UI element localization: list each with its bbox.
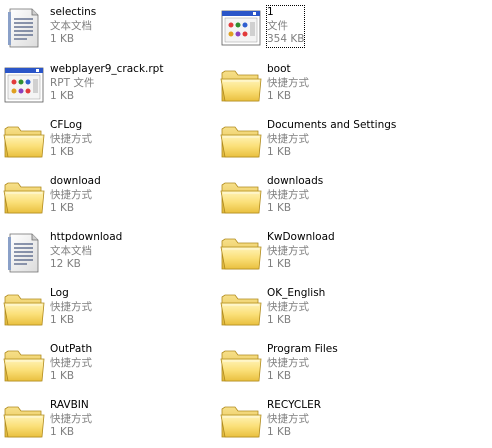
file-name: httpdownload [50, 231, 123, 243]
file-tile-ok-english[interactable]: OK_English 快捷方式 1 KB [219, 283, 459, 335]
folder-shortcut-icon [219, 63, 263, 107]
file-name: downloads [267, 175, 324, 187]
file-size: 1 KB [267, 146, 292, 158]
file-type: 快捷方式 [267, 132, 309, 145]
file-type: 快捷方式 [50, 300, 92, 313]
file-name: CFLog [50, 119, 83, 131]
file-size: 1 KB [50, 33, 75, 45]
file-name: Documents and Settings [267, 119, 397, 131]
file-size: 1 KB [267, 202, 292, 214]
file-name: 1 [267, 6, 274, 18]
file-name: webplayer9_crack.rpt [50, 63, 164, 75]
file-name: boot [267, 63, 291, 75]
file-tile-recycler[interactable]: RECYCLER 快捷方式 1 KB [219, 395, 459, 447]
folder-shortcut-icon [2, 119, 46, 163]
file-type: 文本文档 [50, 19, 92, 32]
text-document-icon [2, 6, 46, 50]
folder-shortcut-icon [2, 287, 46, 331]
folder-shortcut-icon [2, 343, 46, 387]
file-tile-kwdownload[interactable]: KwDownload 快捷方式 1 KB [219, 227, 459, 279]
generic-file-icon [2, 63, 46, 107]
file-tile-program-files[interactable]: Program Files 快捷方式 1 KB [219, 339, 459, 391]
file-tile-1[interactable]: 1 文件 354 KB [219, 2, 459, 54]
file-tile-cflog[interactable]: CFLog 快捷方式 1 KB [2, 115, 242, 167]
file-name: download [50, 175, 101, 187]
file-tile-webplayer9-crack-rpt[interactable]: webplayer9_crack.rpt RPT 文件 1 KB [2, 59, 242, 111]
file-type: 快捷方式 [267, 188, 309, 201]
file-name: OK_English [267, 287, 326, 299]
file-tile-log[interactable]: Log 快捷方式 1 KB [2, 283, 242, 335]
file-name: KwDownload [267, 231, 335, 243]
file-size: 12 KB [50, 258, 81, 270]
file-type: 快捷方式 [50, 188, 92, 201]
file-size: 1 KB [267, 90, 292, 102]
file-list-view: selectins 文本文档 1 KB 1 文件 354 KB webplaye… [0, 0, 492, 448]
file-name: selectins [50, 6, 97, 18]
generic-file-icon [219, 6, 263, 50]
file-name: OutPath [50, 343, 93, 355]
folder-shortcut-icon [2, 175, 46, 219]
file-type: 快捷方式 [50, 132, 92, 145]
file-type: 快捷方式 [267, 244, 309, 257]
file-type: 快捷方式 [267, 356, 309, 369]
file-size: 1 KB [50, 426, 75, 438]
file-tile-documents-and-settings[interactable]: Documents and Settings 快捷方式 1 KB [219, 115, 459, 167]
file-type: 快捷方式 [50, 412, 92, 425]
file-type: 快捷方式 [267, 76, 309, 89]
folder-shortcut-icon [2, 399, 46, 443]
text-document-icon [2, 231, 46, 275]
file-type: 快捷方式 [267, 412, 309, 425]
file-tile-download[interactable]: download 快捷方式 1 KB [2, 171, 242, 223]
folder-shortcut-icon [219, 343, 263, 387]
file-size: 1 KB [267, 258, 292, 270]
file-type: 文件 [267, 19, 288, 32]
folder-shortcut-icon [219, 287, 263, 331]
file-name: Log [50, 287, 69, 299]
file-size: 1 KB [50, 202, 75, 214]
file-size: 1 KB [50, 370, 75, 382]
file-tile-httpdownload[interactable]: httpdownload 文本文档 12 KB [2, 227, 242, 279]
file-type: 快捷方式 [267, 300, 309, 313]
file-tile-selectins[interactable]: selectins 文本文档 1 KB [2, 2, 242, 54]
file-size: 354 KB [267, 33, 305, 45]
file-tile-downloads[interactable]: downloads 快捷方式 1 KB [219, 171, 459, 223]
file-size: 1 KB [267, 314, 292, 326]
file-name: Program Files [267, 343, 338, 355]
file-size: 1 KB [267, 426, 292, 438]
file-name: RECYCLER [267, 399, 322, 411]
file-size: 1 KB [50, 146, 75, 158]
file-tile-ravbin[interactable]: RAVBIN 快捷方式 1 KB [2, 395, 242, 447]
file-size: 1 KB [50, 90, 75, 102]
file-tile-boot[interactable]: boot 快捷方式 1 KB [219, 59, 459, 111]
file-size: 1 KB [50, 314, 75, 326]
file-type: 快捷方式 [50, 356, 92, 369]
file-type: RPT 文件 [50, 76, 95, 89]
file-name: RAVBIN [50, 399, 89, 411]
folder-shortcut-icon [219, 399, 263, 443]
folder-shortcut-icon [219, 231, 263, 275]
folder-shortcut-icon [219, 119, 263, 163]
file-size: 1 KB [267, 370, 292, 382]
file-tile-outpath[interactable]: OutPath 快捷方式 1 KB [2, 339, 242, 391]
folder-shortcut-icon [219, 175, 263, 219]
file-type: 文本文档 [50, 244, 92, 257]
